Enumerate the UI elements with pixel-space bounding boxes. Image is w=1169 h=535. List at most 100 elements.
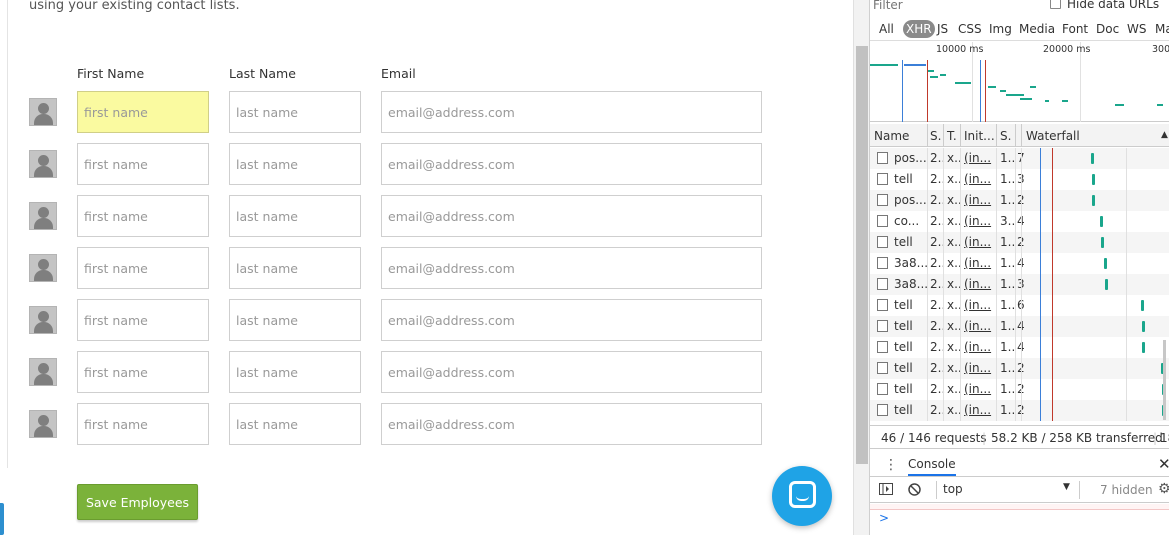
overview-bar	[928, 70, 934, 72]
email-input[interactable]	[381, 195, 762, 237]
request-initiator[interactable]: (in...	[964, 361, 991, 375]
save-employees-button[interactable]: Save Employees	[77, 484, 198, 520]
last-name-input[interactable]	[229, 143, 361, 185]
first-name-input[interactable]	[77, 247, 209, 289]
type-filter-font[interactable]: Font	[1062, 22, 1088, 36]
type-filter-img[interactable]: Img	[989, 22, 1012, 36]
request-row[interactable]: tell2..x..(in...1..3	[870, 169, 1169, 190]
column-waterfall[interactable]: Waterfall	[1026, 129, 1080, 143]
type-filter-media[interactable]: Media	[1019, 22, 1055, 36]
last-name-input[interactable]	[229, 195, 361, 237]
request-row[interactable]: tell2..x..(in...1..4	[870, 316, 1169, 337]
hide-data-urls-checkbox[interactable]	[1050, 0, 1061, 9]
email-input[interactable]	[381, 403, 762, 445]
request-initiator[interactable]: (in...	[964, 298, 991, 312]
context-value: top	[943, 482, 963, 496]
type-filter-manifest[interactable]: Ma	[1155, 22, 1169, 36]
last-name-input[interactable]	[229, 91, 361, 133]
waterfall-bar	[1105, 279, 1108, 290]
more-tools-icon[interactable]: ⋮	[884, 457, 898, 473]
last-name-input[interactable]	[229, 351, 361, 393]
hide-data-urls-label: Hide data URLs	[1067, 0, 1160, 11]
email-input[interactable]	[381, 351, 762, 393]
email-input[interactable]	[381, 143, 762, 185]
request-initiator[interactable]: (in...	[964, 214, 991, 228]
type-filter-doc[interactable]: Doc	[1096, 22, 1119, 36]
column-size[interactable]: S.	[1000, 129, 1011, 143]
show-sidebar-icon[interactable]	[879, 483, 893, 498]
request-row[interactable]: tell2..x..(in...1..2	[870, 400, 1169, 421]
request-row[interactable]: 3a8...2..x..(in...1..4	[870, 253, 1169, 274]
request-initiator[interactable]: (in...	[964, 340, 991, 354]
type-filter-xhr[interactable]: XHR	[903, 20, 935, 38]
request-size: 1..	[1000, 319, 1016, 333]
request-initiator[interactable]: (in...	[964, 235, 991, 249]
request-row[interactable]: 3a8...2..x..(in...1..3	[870, 274, 1169, 295]
type-filter-all[interactable]: All	[879, 22, 894, 36]
type-filter-ws[interactable]: WS	[1127, 22, 1146, 36]
request-initiator[interactable]: (in...	[964, 382, 991, 396]
request-row[interactable]: tell2..x..(in...1..2	[870, 232, 1169, 253]
column-separator	[996, 148, 997, 421]
request-initiator[interactable]: (in...	[964, 172, 991, 186]
hide-data-urls-option[interactable]: Hide data URLs	[1050, 0, 1159, 11]
overview-bar	[1020, 98, 1032, 100]
request-initiator[interactable]: (in...	[964, 151, 991, 165]
type-filter-css[interactable]: CSS	[958, 22, 982, 36]
page-scrollbar-thumb[interactable]	[856, 46, 868, 464]
chat-launcher-button[interactable]	[772, 466, 832, 526]
request-row[interactable]: tell2..x..(in...1..6	[870, 295, 1169, 316]
last-name-input[interactable]	[229, 299, 361, 341]
column-name[interactable]: Name	[874, 129, 909, 143]
request-initiator[interactable]: (in...	[964, 193, 991, 207]
request-initiator[interactable]: (in...	[964, 256, 991, 270]
type-filter-js[interactable]: JS	[937, 22, 948, 36]
resource-type-filter-bar: All XHR JS CSS Img Media Font Doc WS Ma	[870, 17, 1169, 41]
clear-console-icon[interactable]	[908, 483, 921, 499]
first-name-input[interactable]	[77, 195, 209, 237]
hidden-messages-count[interactable]: 7 hidden	[1100, 483, 1153, 497]
request-row[interactable]: co...2..x..(in...3..4	[870, 211, 1169, 232]
sort-up-icon[interactable]: ▲	[1161, 130, 1168, 140]
request-file-icon	[877, 362, 888, 374]
request-name: co...	[894, 214, 920, 228]
email-input[interactable]	[381, 247, 762, 289]
execution-context-select[interactable]: top ▼	[936, 481, 1080, 499]
request-initiator[interactable]: (in...	[964, 403, 991, 417]
tab-console[interactable]: Console	[908, 457, 956, 476]
console-toolbar: top ▼ 7 hidden ⚙	[870, 478, 1169, 503]
request-size: 1..	[1000, 340, 1016, 354]
first-name-input[interactable]	[77, 299, 209, 341]
waterfall-bar	[1104, 258, 1107, 269]
first-name-input[interactable]	[77, 351, 209, 393]
column-initiator[interactable]: Init...	[964, 129, 995, 143]
column-type[interactable]: T.	[947, 129, 957, 143]
side-tab[interactable]	[0, 503, 4, 535]
timeline-overview[interactable]: 10000 ms 20000 ms 300	[870, 42, 1169, 122]
console-prompt[interactable]: >	[879, 511, 889, 525]
page-scrollbar[interactable]	[853, 0, 869, 535]
last-name-input[interactable]	[229, 403, 361, 445]
requests-scrollbar-thumb[interactable]	[1163, 340, 1166, 420]
request-row[interactable]: pos...2..x..(in...1..2	[870, 190, 1169, 211]
drawer-tabbar: ⋮ Console ✕	[870, 453, 1169, 477]
email-input[interactable]	[381, 299, 762, 341]
gear-icon[interactable]: ⚙	[1158, 481, 1169, 497]
load-marker	[985, 60, 986, 122]
close-drawer-icon[interactable]: ✕	[1158, 455, 1169, 473]
request-row[interactable]: tell2..x..(in...1..2	[870, 379, 1169, 400]
request-name: tell	[894, 298, 913, 312]
request-row[interactable]: tell2..x..(in...1..2	[870, 358, 1169, 379]
email-input[interactable]	[381, 91, 762, 133]
first-name-input[interactable]	[77, 91, 209, 133]
first-name-input[interactable]	[77, 143, 209, 185]
column-status[interactable]: S.	[930, 129, 941, 143]
filter-input[interactable]	[873, 0, 1038, 13]
request-initiator[interactable]: (in...	[964, 319, 991, 333]
last-name-input[interactable]	[229, 247, 361, 289]
request-row[interactable]: tell2..x..(in...1..4	[870, 337, 1169, 358]
request-row[interactable]: pos...2..x..(in...1..7	[870, 148, 1169, 169]
request-initiator[interactable]: (in...	[964, 277, 991, 291]
first-name-input[interactable]	[77, 403, 209, 445]
avatar-placeholder-icon	[29, 98, 57, 126]
